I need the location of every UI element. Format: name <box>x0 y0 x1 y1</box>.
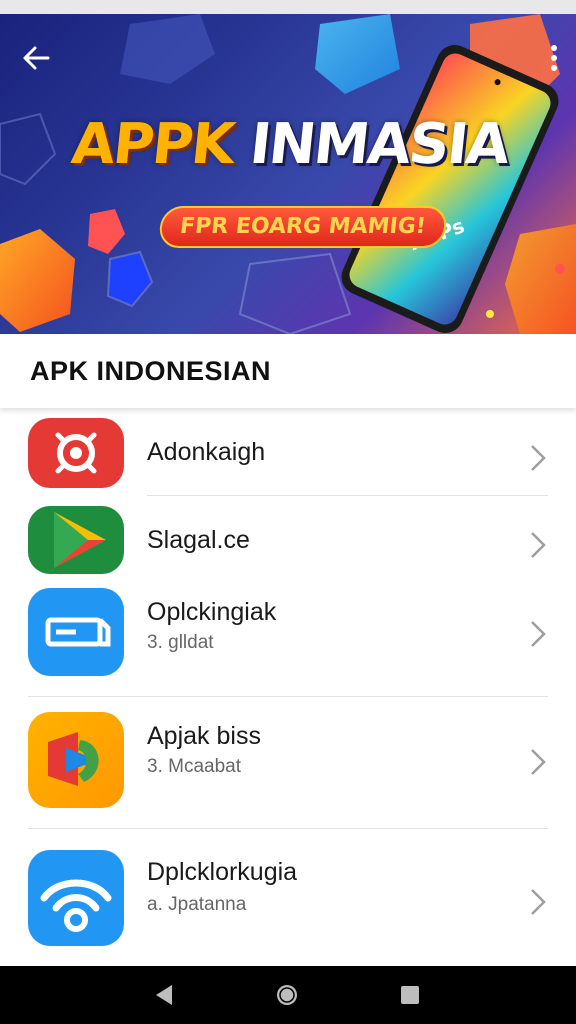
wifi-icon <box>28 850 124 946</box>
recents-icon[interactable] <box>396 981 424 1009</box>
status-bar <box>0 0 576 14</box>
card-icon <box>28 588 124 676</box>
list-item[interactable]: Slagal.ce <box>0 496 576 584</box>
section-header: APK INDONESIAN <box>0 334 576 408</box>
app-title: Adonkaigh <box>147 438 266 466</box>
more-options-button[interactable] <box>542 38 566 78</box>
chevron-right-icon <box>531 445 546 471</box>
hero-banner: APPs APPK INMASIA FPR EOARG MAMIG! <box>0 14 576 334</box>
arrow-play-icon <box>28 712 124 808</box>
search-target-icon <box>28 418 124 488</box>
play-store-icon <box>28 506 124 574</box>
more-vert-icon <box>551 45 557 71</box>
divider <box>28 828 548 829</box>
app-title: Dplcklorkugia <box>147 858 298 886</box>
banner-title-part-2: INMASIA <box>229 112 512 177</box>
app-subtitle: a. Jpatanna <box>147 894 247 915</box>
banner-title-part-1: APPK <box>68 112 237 177</box>
banner-subtitle: FPR EOARG MAMIG! <box>157 206 448 248</box>
system-navigation-bar <box>0 966 576 1024</box>
banner-title: APPK INMASIA <box>69 112 511 177</box>
arrow-left-icon <box>23 46 50 70</box>
list-item[interactable]: Apjak biss 3. Mcaabat <box>0 698 576 830</box>
app-title: Oplckingiak <box>147 598 277 626</box>
back-icon[interactable] <box>150 981 178 1009</box>
app-title: Slagal.ce <box>147 526 250 554</box>
back-button[interactable] <box>14 36 58 80</box>
divider <box>28 696 548 697</box>
chevron-right-icon <box>531 749 546 775</box>
app-subtitle: 3. glldat <box>147 632 214 653</box>
app-subtitle: 3. Mcaabat <box>147 756 241 777</box>
list-item[interactable]: Dplcklorkugia a. Jpatanna <box>0 830 576 966</box>
section-title: APK INDONESIAN <box>30 356 272 386</box>
chevron-right-icon <box>531 889 546 915</box>
chevron-right-icon <box>531 621 546 647</box>
home-icon[interactable] <box>273 981 301 1009</box>
chevron-right-icon <box>531 532 546 558</box>
app-title: Apjak biss <box>147 722 261 750</box>
list-item[interactable]: Adonkaigh <box>0 408 576 496</box>
list-item[interactable]: Oplckingiak 3. glldat <box>0 584 576 698</box>
